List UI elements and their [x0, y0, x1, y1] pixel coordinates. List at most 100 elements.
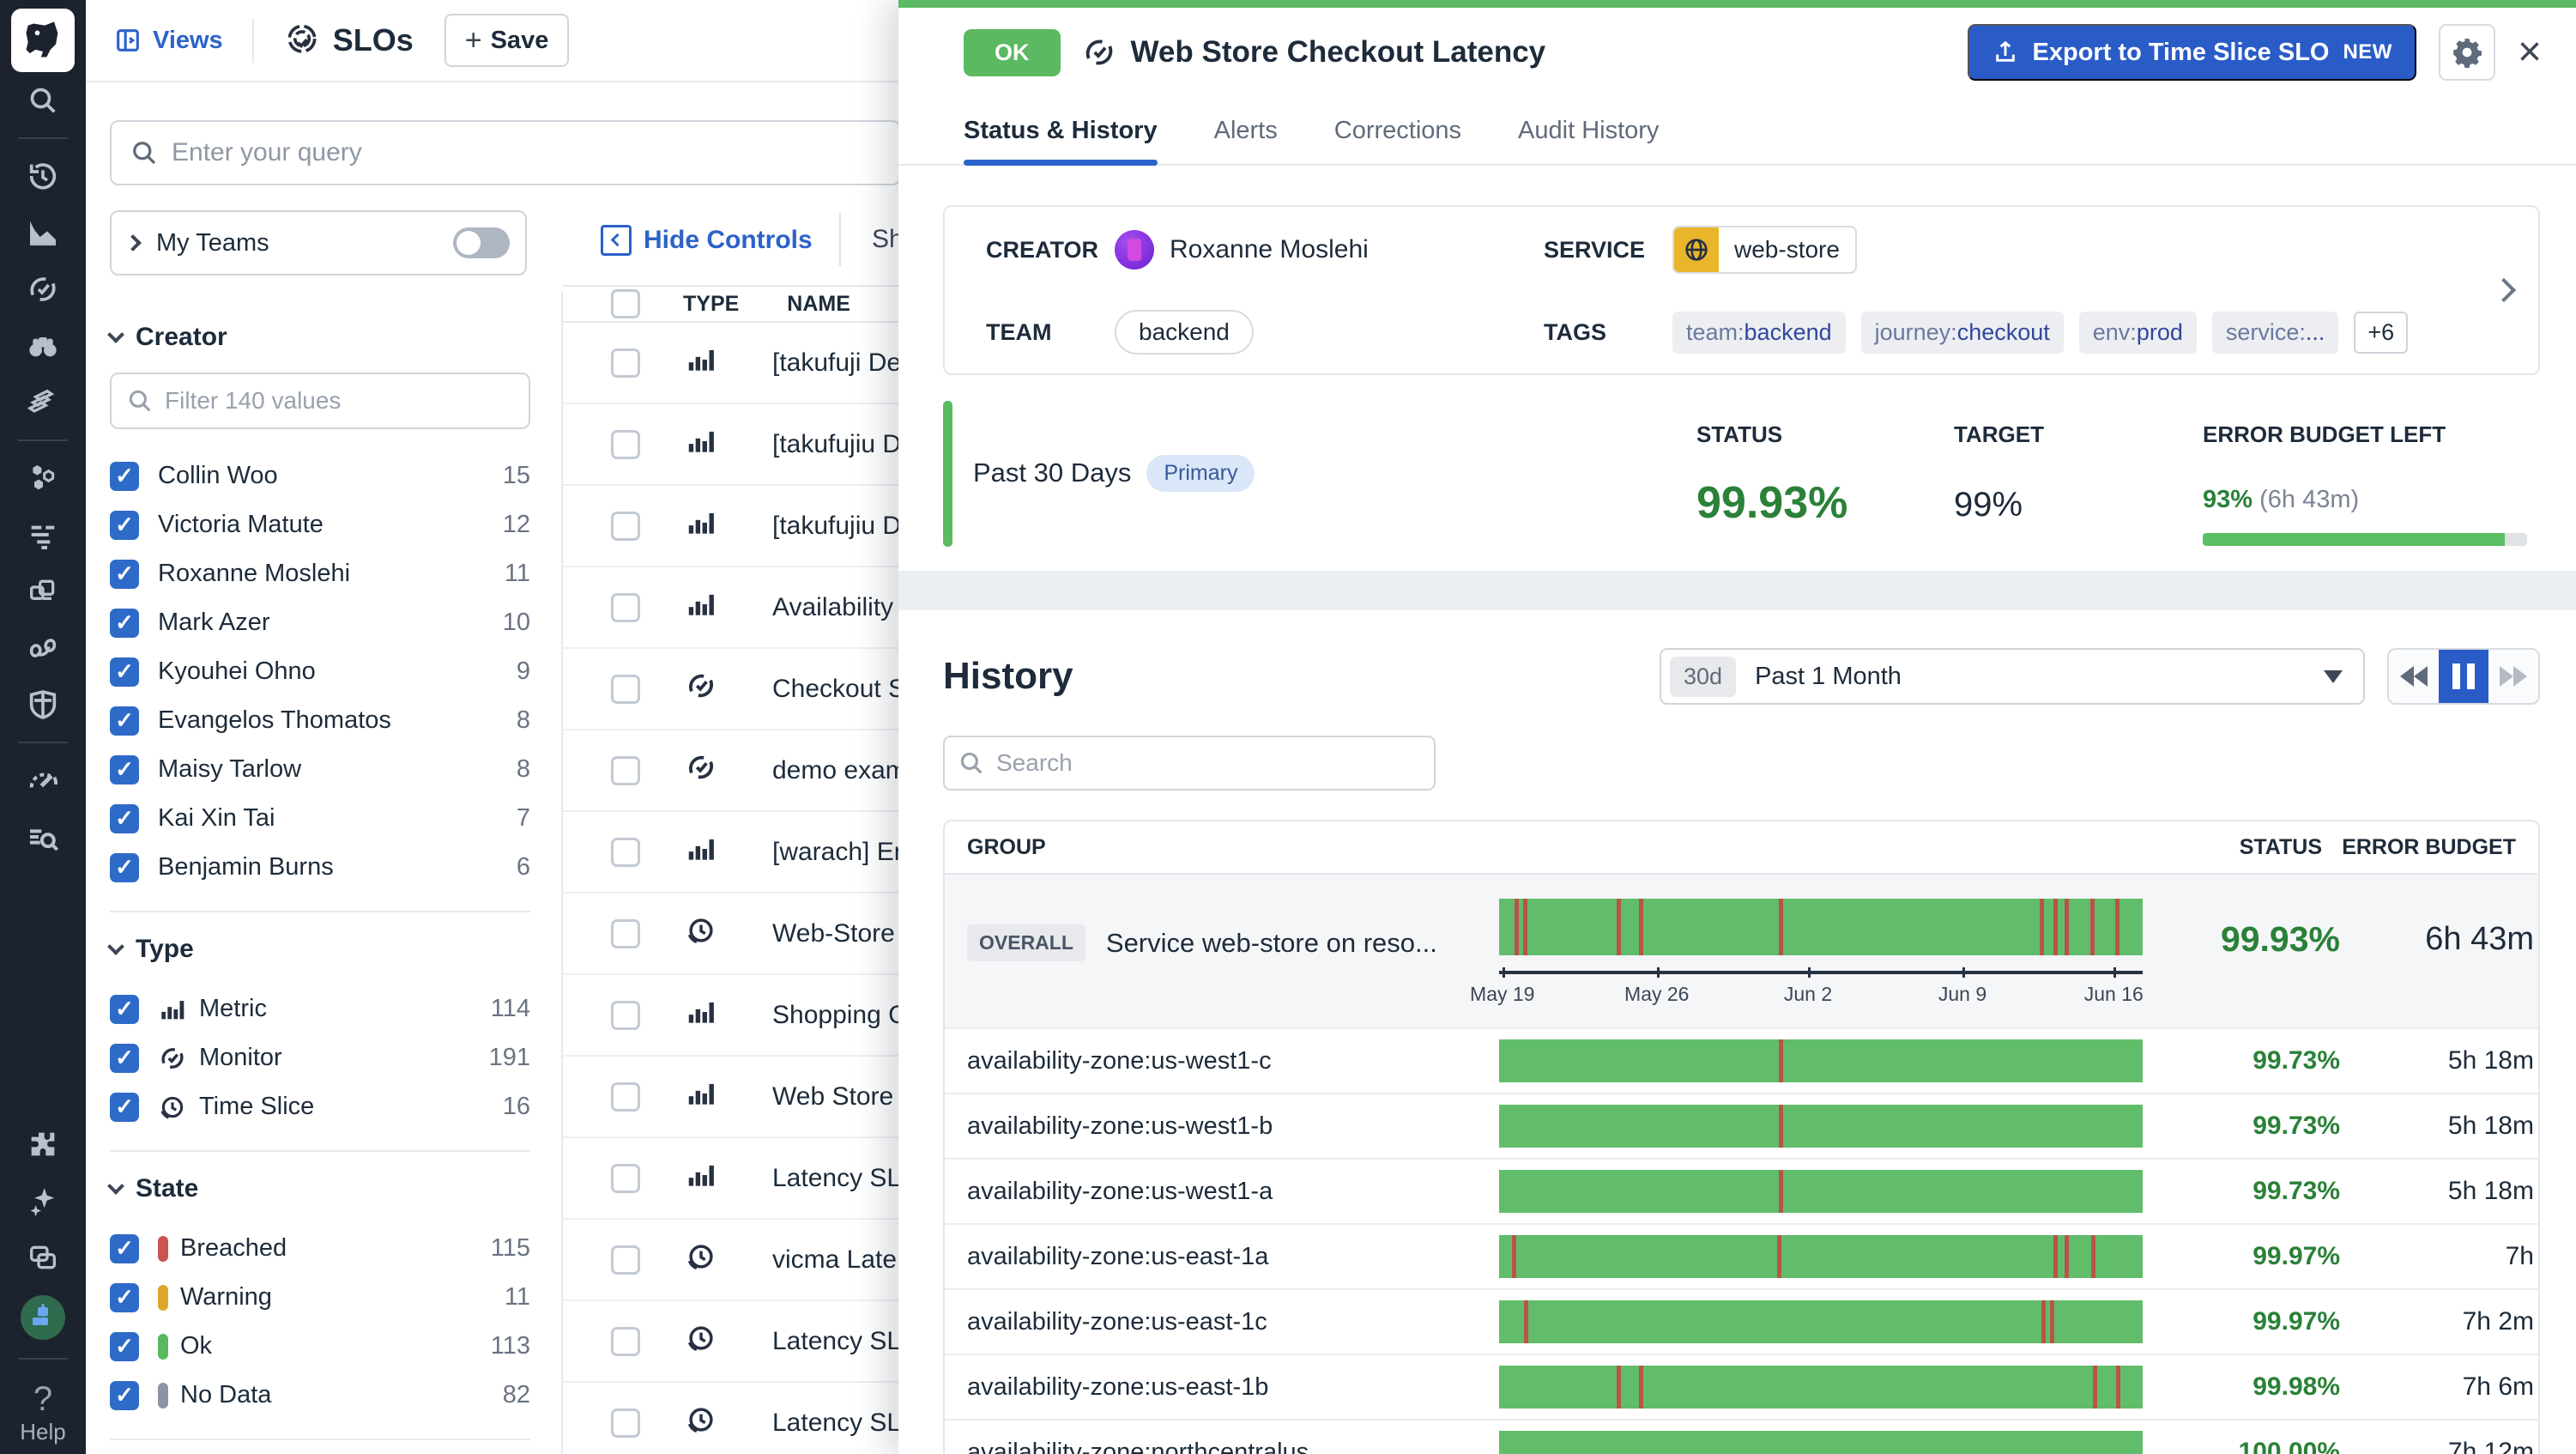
checkbox-checked[interactable]: ✓: [110, 1234, 139, 1263]
group-row[interactable]: availability-zone:us-west1-a 99.73% 5h 1…: [945, 1158, 2538, 1223]
hide-controls-button[interactable]: Hide Controls: [601, 225, 813, 256]
state-section-header[interactable]: State: [110, 1174, 530, 1203]
overall-row[interactable]: OVERALL Service web-store on reso... May…: [945, 873, 2538, 1027]
creator-filter-item[interactable]: ✓Roxanne Moslehi11: [110, 549, 530, 598]
type-filter-item[interactable]: ✓Time Slice16: [110, 1082, 530, 1131]
type-filter-item[interactable]: ✓Metric114: [110, 984, 530, 1033]
select-all-checkbox[interactable]: [611, 289, 640, 318]
search-icon[interactable]: [24, 82, 62, 119]
row-checkbox[interactable]: [611, 838, 640, 867]
tag-pill[interactable]: team:backend: [1672, 312, 1846, 354]
gauge-icon[interactable]: [24, 761, 62, 799]
group-row[interactable]: availability-zone:us-west1-c 99.73% 5h 1…: [945, 1027, 2538, 1093]
user-avatar[interactable]: [21, 1295, 65, 1340]
group-row[interactable]: availability-zone:us-east-1c 99.97% 7h 2…: [945, 1288, 2538, 1354]
creator-filter-item[interactable]: ✓Maisy Tarlow8: [110, 745, 530, 794]
row-checkbox[interactable]: [611, 756, 640, 785]
checkbox-checked[interactable]: ✓: [110, 1381, 139, 1410]
expand-chevron-icon[interactable]: [2492, 278, 2516, 302]
infrastructure-icon[interactable]: [24, 459, 62, 497]
type-section-header[interactable]: Type: [110, 935, 530, 964]
creator-filter-item[interactable]: ✓Mark Azer10: [110, 598, 530, 647]
tab-audit-history[interactable]: Audit History: [1518, 117, 1659, 164]
creator-filter-item[interactable]: ✓Benjamin Burns6: [110, 843, 530, 892]
state-filter-item[interactable]: ✓Ok113: [110, 1322, 530, 1371]
workspaces-icon[interactable]: [24, 1239, 62, 1276]
group-row[interactable]: availability-zone:us-east-1b 99.98% 7h 6…: [945, 1354, 2538, 1419]
state-filter-item[interactable]: ✓Warning11: [110, 1273, 530, 1322]
integrations-puzzle-icon[interactable]: [24, 1125, 62, 1163]
creator-filter-input[interactable]: [110, 373, 530, 429]
apm-icon[interactable]: [24, 573, 62, 610]
help-item[interactable]: ? Help: [20, 1380, 65, 1445]
tags-more-button[interactable]: +6: [2354, 312, 2408, 354]
creator-filter-item[interactable]: ✓Kyouhei Ohno9: [110, 647, 530, 696]
tab-alerts[interactable]: Alerts: [1214, 117, 1278, 164]
row-checkbox[interactable]: [611, 1245, 640, 1275]
logs-icon[interactable]: [24, 516, 62, 554]
log-explorer-icon[interactable]: [24, 818, 62, 856]
datadog-logo[interactable]: [11, 9, 75, 72]
service-chip[interactable]: web-store: [1672, 226, 1857, 274]
history-icon[interactable]: [24, 157, 62, 195]
group-row[interactable]: availability-zone:northcentralus 100.00%…: [945, 1419, 2538, 1454]
overall-status-bar[interactable]: [1499, 899, 2143, 955]
ai-sparkles-icon[interactable]: [24, 1182, 62, 1220]
metrics-icon[interactable]: [24, 214, 62, 251]
checkbox-checked[interactable]: ✓: [110, 706, 139, 736]
save-view-button[interactable]: + Save: [444, 14, 570, 67]
pause-button[interactable]: [2439, 650, 2488, 703]
row-checkbox[interactable]: [611, 348, 640, 378]
row-checkbox[interactable]: [611, 1164, 640, 1193]
slo-target-icon[interactable]: [24, 270, 62, 308]
checkbox-checked[interactable]: ✓: [110, 462, 139, 491]
ci-pipelines-icon[interactable]: [24, 629, 62, 667]
state-filter-item[interactable]: ✓No Data82: [110, 1371, 530, 1420]
rewind-button[interactable]: [2389, 650, 2439, 703]
row-checkbox[interactable]: [611, 1327, 640, 1356]
checkbox-checked[interactable]: ✓: [110, 1093, 139, 1122]
checkbox-checked[interactable]: ✓: [110, 1332, 139, 1361]
tab-corrections[interactable]: Corrections: [1334, 117, 1461, 164]
row-checkbox[interactable]: [611, 430, 640, 459]
checkbox-checked[interactable]: ✓: [110, 1044, 139, 1073]
watchdog-binoculars-icon[interactable]: [24, 327, 62, 365]
checkbox-checked[interactable]: ✓: [110, 995, 139, 1024]
row-checkbox[interactable]: [611, 593, 640, 622]
row-checkbox[interactable]: [611, 919, 640, 948]
dashboards-icon[interactable]: [24, 384, 62, 421]
time-range-dropdown[interactable]: 30d Past 1 Month: [1660, 648, 2365, 705]
row-checkbox[interactable]: [611, 1409, 640, 1438]
views-button[interactable]: Views: [113, 26, 223, 55]
group-row[interactable]: availability-zone:us-west1-b 99.73% 5h 1…: [945, 1093, 2538, 1158]
my-teams-toggle-box[interactable]: My Teams: [110, 210, 527, 276]
slo-summary-card[interactable]: CREATOR Roxanne Moslehi SERVICE web-stor…: [943, 205, 2540, 375]
creator-section-header[interactable]: Creator: [110, 323, 530, 352]
my-teams-switch[interactable]: [453, 227, 510, 258]
settings-button[interactable]: [2439, 24, 2495, 81]
checkbox-checked[interactable]: ✓: [110, 853, 139, 882]
close-icon[interactable]: ×: [2518, 32, 2542, 73]
query-input[interactable]: [110, 120, 901, 185]
group-row[interactable]: availability-zone:us-east-1a 99.97% 7h: [945, 1223, 2538, 1288]
export-time-slice-button[interactable]: Export to Time Slice SLO NEW: [1968, 24, 2416, 81]
checkbox-checked[interactable]: ✓: [110, 560, 139, 589]
checkbox-checked[interactable]: ✓: [110, 657, 139, 687]
row-checkbox[interactable]: [611, 1082, 640, 1112]
creator-filter-item[interactable]: ✓Victoria Matute12: [110, 500, 530, 549]
tag-pill[interactable]: env:prod: [2079, 312, 2197, 354]
creator-filter-item[interactable]: ✓Collin Woo15: [110, 451, 530, 500]
checkbox-checked[interactable]: ✓: [110, 511, 139, 540]
tab-status-history[interactable]: Status & History: [964, 117, 1158, 164]
checkbox-checked[interactable]: ✓: [110, 804, 139, 833]
security-shield-icon[interactable]: [24, 686, 62, 724]
creator-filter-item[interactable]: ✓Evangelos Thomatos8: [110, 696, 530, 745]
checkbox-checked[interactable]: ✓: [110, 755, 139, 785]
row-checkbox[interactable]: [611, 1001, 640, 1030]
type-filter-item[interactable]: ✓Monitor191: [110, 1033, 530, 1082]
fast-forward-button[interactable]: [2488, 650, 2538, 703]
creator-filter-item[interactable]: ✓Kai Xin Tai7: [110, 794, 530, 843]
history-search-input[interactable]: [943, 736, 1436, 791]
row-checkbox[interactable]: [611, 512, 640, 541]
tag-pill[interactable]: service:...: [2212, 312, 2339, 354]
